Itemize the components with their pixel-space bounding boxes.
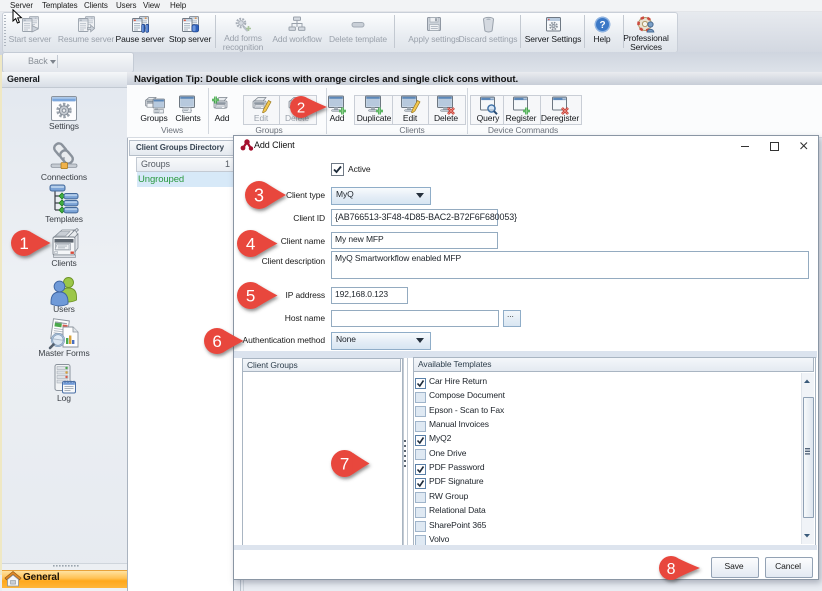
- svg-text:5: 5: [245, 287, 254, 306]
- svg-text:4: 4: [245, 235, 254, 254]
- svg-text:3: 3: [254, 185, 264, 205]
- svg-text:8: 8: [667, 560, 676, 577]
- svg-text:?: ?: [599, 20, 605, 31]
- svg-text:7: 7: [339, 454, 348, 473]
- svg-text:6: 6: [212, 332, 221, 351]
- svg-text:1: 1: [19, 234, 28, 253]
- svg-text:2: 2: [297, 99, 305, 116]
